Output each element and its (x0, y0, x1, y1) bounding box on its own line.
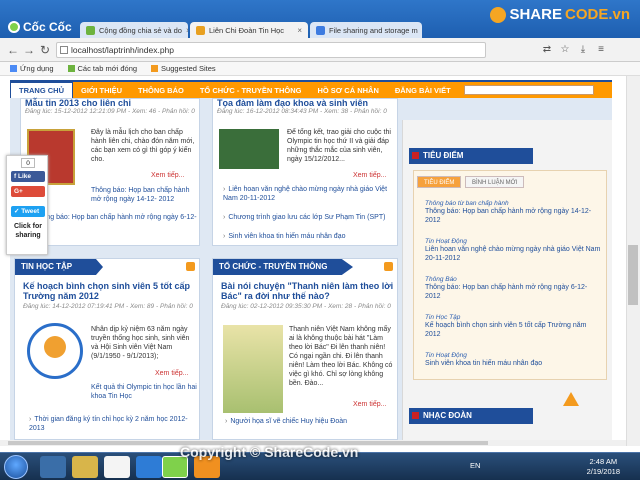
related-link[interactable]: Chương trình giao lưu các lớp Sư Phạm Ti… (223, 213, 395, 222)
tab-filesharing[interactable]: File sharing and storage m× (310, 22, 422, 38)
google-plus-button[interactable]: G+ (11, 186, 45, 197)
apps-icon (10, 65, 17, 72)
article-thumbnail[interactable] (27, 323, 83, 379)
nav-post[interactable]: ĐĂNG BÀI VIẾT (387, 86, 459, 95)
close-icon[interactable]: × (186, 26, 188, 35)
sidebar-item[interactable]: Tin Hoạt Động Liên hoan văn nghệ chào mừ… (425, 238, 601, 263)
bookmark-recent-tabs[interactable]: Các tab mới đóng (67, 64, 137, 73)
flag-icon (412, 412, 419, 419)
share-count: 0 (21, 158, 35, 168)
related-link[interactable]: Liên hoan văn nghệ chào mừng ngày nhà gi… (223, 185, 395, 203)
traffic-cone-icon (563, 392, 579, 406)
article-title[interactable]: Bài nói chuyện "Thanh niên làm theo lời … (221, 281, 397, 301)
related-link[interactable]: Người họa sĩ vẽ chiếc Huy hiệu Đoàn (225, 417, 395, 426)
close-icon[interactable]: × (297, 26, 302, 35)
site-favicon-icon (316, 25, 325, 35)
vertical-scroll-thumb[interactable] (628, 245, 638, 305)
section-organization: TỔ CHỨC - TRUYỀN THÔNG Bài nói chuyện "T… (212, 258, 398, 440)
article-summary: Thanh niên Việt Nam không mấy ai là khôn… (289, 326, 393, 387)
article-thumbnail[interactable] (219, 129, 279, 169)
watermark: Copyright © ShareCode.vn (180, 444, 359, 460)
sharecode-logo: SHARE CODE.vn (490, 6, 630, 23)
read-more-link[interactable]: Xem tiếp... (155, 370, 188, 377)
tab-tieudiem[interactable]: TIÊU ĐIỂM (417, 176, 462, 188)
download-icon[interactable]: ⤓ (576, 43, 590, 57)
sidebar-item[interactable]: Thông báo từ ban chấp hành Thông báo: Họ… (425, 200, 601, 225)
related-link[interactable]: Thời gian đăng ký tín chỉ học kỳ 2 năm h… (29, 415, 199, 433)
site-nav: TRANG CHỦ GIỚI THIỆU THÔNG BÁO TỔ CHỨC -… (10, 80, 612, 98)
page-icon (60, 46, 68, 54)
nav-organization[interactable]: TỔ CHỨC - TRUYỀN THÔNG (192, 86, 310, 95)
section-heading[interactable]: TIN HỌC TẬP (15, 259, 103, 275)
article-meta: Đăng lúc: 15-12-2012 12:21:09 PM - Xem: … (25, 108, 195, 115)
nav-notices[interactable]: THÔNG BÁO (130, 86, 192, 95)
system-clock[interactable]: 2:48 AM 2/19/2018 (587, 457, 620, 477)
article-title[interactable]: Kế hoạch bình chọn sinh viên 5 tốt cấp T… (23, 281, 199, 301)
article-meta: Đăng lúc: 02-12-2012 09:35:30 PM - Xem: … (221, 303, 391, 310)
tab-binhluan[interactable]: BÌNH LUẬN MỚI (465, 176, 525, 188)
bookmarks-bar: Ứng dụng Các tab mới đóng Suggested Site… (0, 62, 640, 76)
tab-congdong[interactable]: Cộng đồng chia sẻ và do× (80, 22, 188, 38)
share-caption: Click for sharing (13, 223, 42, 239)
sharecode-logo-icon (490, 6, 507, 23)
hsv-logo-icon (44, 336, 66, 358)
sidebar-heading[interactable]: TIÊU ĐIỂM (409, 148, 533, 164)
related-link[interactable]: Sinh viên khoa tin hiến máu nhân đạo (223, 232, 395, 241)
coccoc-logo-icon (8, 21, 20, 33)
url-input[interactable]: localhost/laptrinh/index.php (56, 42, 486, 58)
media-player-icon[interactable] (104, 456, 130, 478)
article-meta: Đăng lúc: 14-12-2012 07:19:41 PM - Xem: … (23, 303, 193, 310)
nav-about[interactable]: GIỚI THIỆU (73, 86, 130, 95)
forward-icon[interactable]: → (22, 43, 36, 57)
read-more-link[interactable]: Xem tiếp... (151, 172, 184, 179)
sidebar-heading-music[interactable]: NHẠC ĐOÀN (409, 408, 533, 424)
article-meta: Đăng lúc: 16-12-2012 08:34:43 PM - Xem: … (217, 108, 387, 115)
share-widget: 0 f Like G+ ✓ Tweet Click for sharing (6, 155, 48, 255)
read-more-link[interactable]: Xem tiếp... (353, 401, 386, 408)
section-heading[interactable]: TỔ CHỨC - TRUYỀN THÔNG (213, 259, 353, 275)
article-summary: Để tổng kết, trao giải cho cuộc thi Olym… (287, 129, 391, 163)
app-icon[interactable] (136, 456, 162, 478)
site-favicon-icon (196, 25, 205, 35)
facebook-like-button[interactable]: f Like (11, 171, 45, 182)
rss-icon[interactable] (384, 262, 393, 271)
sidebar: TIÊU ĐIỂM TIÊU ĐIỂM BÌNH LUẬN MỚI Thông … (402, 120, 612, 440)
bookmark-suggested[interactable]: Suggested Sites (151, 64, 216, 73)
related-link[interactable]: Kết quả thi Olympic tin học lần hai khoa… (91, 383, 197, 401)
sidebar-item[interactable]: Tin Hoạt Động Sinh viên khoa tin hiến má… (425, 352, 601, 368)
suggested-sites-icon (151, 65, 159, 72)
section-study: TIN HỌC TẬP Kế hoạch bình chọn sinh viên… (14, 258, 200, 440)
article-summary: Đây là mẫu lịch cho ban chấp hành liên c… (91, 129, 195, 163)
sidebar-item[interactable]: Thông Báo Thông báo: Họp ban chấp hành m… (425, 276, 601, 301)
bookmark-star-icon[interactable]: ☆ (558, 43, 572, 57)
article-thumbnail[interactable] (223, 325, 283, 413)
related-link[interactable]: Thông báo: Họp ban chấp hành mở rộng ngà… (91, 186, 197, 204)
language-indicator[interactable]: EN (470, 461, 480, 470)
site-favicon-icon (86, 25, 95, 35)
rss-icon[interactable] (186, 262, 195, 271)
tweet-button[interactable]: ✓ Tweet (11, 206, 45, 217)
read-more-link[interactable]: Xem tiếp... (353, 172, 386, 179)
article-summary: Nhân dịp kỷ niệm 63 năm ngày truyền thốn… (91, 326, 190, 360)
article-card: Tọa đàm làm đạo khoa và sinh viên Đăng l… (212, 98, 398, 246)
flag-icon (412, 152, 419, 159)
ie-icon[interactable] (40, 456, 66, 478)
explorer-icon[interactable] (72, 456, 98, 478)
article-title[interactable]: Tọa đàm làm đạo khoa và sinh viên (217, 98, 393, 108)
bookmark-apps[interactable]: Ứng dụng (10, 64, 54, 73)
reload-icon[interactable]: ↻ (38, 43, 52, 57)
back-icon[interactable]: ← (6, 43, 20, 57)
menu-icon[interactable]: ≡ (594, 43, 608, 57)
article-title[interactable]: Mẫu tin 2013 cho liên chi (25, 98, 195, 108)
nav-home[interactable]: TRANG CHỦ (10, 82, 73, 98)
recent-tabs-icon (67, 65, 75, 72)
tab-lienchi[interactable]: Liên Chi Đoàn Tin Học × (190, 22, 308, 38)
site-search-input[interactable] (464, 85, 594, 95)
related-link[interactable]: Thông báo: Họp ban chấp hành mở rộng ngà… (29, 213, 199, 231)
sidebar-item[interactable]: Tin Học Tập Kế hoạch bình chọn sinh viên… (425, 314, 601, 339)
start-button[interactable] (4, 455, 28, 479)
translate-icon[interactable]: ⇄ (540, 43, 554, 57)
browser-brand[interactable]: Cốc Cốc (8, 20, 72, 34)
nav-profile[interactable]: HỒ SƠ CÁ NHÂN (309, 86, 386, 95)
